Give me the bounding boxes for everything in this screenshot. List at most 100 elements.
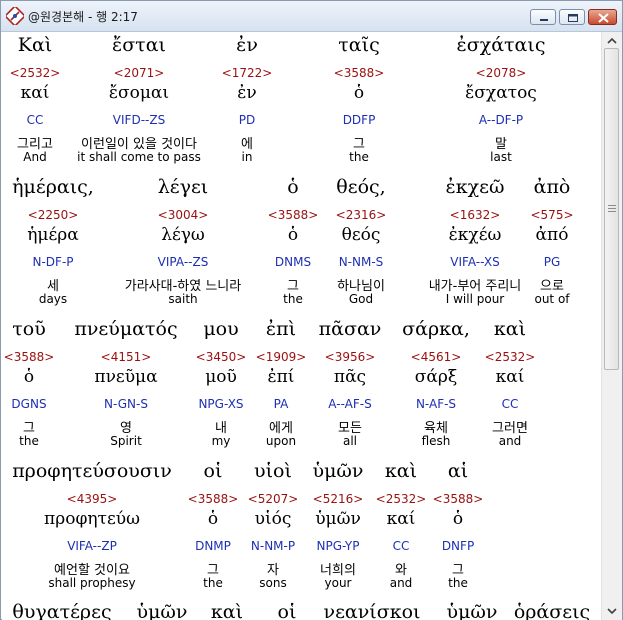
word-greek[interactable]: ὁ <box>287 176 298 198</box>
word-eng: my <box>211 434 231 448</box>
word-num[interactable]: <1722> <box>222 66 273 80</box>
word-eng: last <box>490 150 512 164</box>
word-num[interactable]: <4561> <box>411 350 462 364</box>
word-greek[interactable]: θεός, <box>336 176 385 198</box>
word-greek[interactable]: αἱ <box>448 460 468 482</box>
title-bar[interactable]: @원경본해 - 행 2:17 <box>1 1 622 32</box>
word-morph: PD <box>238 113 256 127</box>
scroll-grip <box>608 205 616 206</box>
maximize-button[interactable] <box>559 9 585 25</box>
word-greek[interactable]: ὑμῶν <box>447 601 498 620</box>
word-morph: N-NM-P <box>250 539 296 553</box>
minimize-button[interactable] <box>530 9 556 25</box>
word-num[interactable]: <1909> <box>256 350 307 364</box>
word-num[interactable]: <3588> <box>268 208 319 222</box>
word-num[interactable]: <5207> <box>248 492 299 506</box>
word-eng: I will pour <box>445 292 505 306</box>
word-morph: CC <box>26 113 44 127</box>
word-greek[interactable]: οἱ <box>204 460 223 482</box>
word-eng: out of <box>534 292 570 306</box>
word-greek[interactable]: πᾶσαν <box>319 318 382 340</box>
word-morph: PA <box>273 397 289 411</box>
word-greek[interactable]: νεανίσκοι <box>324 601 421 620</box>
word-num[interactable]: <1632> <box>450 208 501 222</box>
word-num[interactable]: <2532> <box>376 492 427 506</box>
word-greek[interactable]: καὶ <box>494 318 526 340</box>
word-morph: N-NM-S <box>338 255 384 269</box>
word-greek[interactable]: σάρκα, <box>402 318 470 340</box>
word-num[interactable]: <3450> <box>196 350 247 364</box>
word-lemma: προφητεύω <box>44 509 140 529</box>
word-morph: N-DF-P <box>32 255 74 269</box>
word-num[interactable]: <3588> <box>4 350 55 364</box>
word-greek[interactable]: θυγατέρες <box>12 601 111 620</box>
word-greek[interactable]: λέγει <box>158 176 209 198</box>
word-greek[interactable]: ἐν <box>236 34 258 56</box>
close-button[interactable] <box>588 9 617 25</box>
word-num[interactable]: <3588> <box>433 492 484 506</box>
word-greek[interactable]: Καὶ <box>18 34 52 56</box>
word-greek[interactable]: πνεύματός <box>74 318 177 340</box>
word-eng: upon <box>265 434 297 448</box>
word-morph: A--AF-S <box>328 397 372 411</box>
word-lemma: υἱός <box>254 509 292 529</box>
word-num[interactable]: <2071> <box>114 66 165 80</box>
word-num[interactable]: <4151> <box>101 350 152 364</box>
word-eng: And <box>23 150 47 164</box>
word-greek[interactable]: ἐκχεῶ <box>446 176 505 198</box>
word-lemma: καί <box>386 509 416 529</box>
word-num[interactable]: <2250> <box>28 208 79 222</box>
word-num[interactable]: <575> <box>530 208 573 222</box>
word-greek[interactable]: ἀπὸ <box>534 176 571 198</box>
word-num[interactable]: <2532> <box>485 350 536 364</box>
scroll-thumb[interactable] <box>604 48 619 370</box>
word-morph: VIFD--ZS <box>112 113 166 127</box>
word-eng: in <box>241 150 253 164</box>
word-morph: VIPA--ZS <box>157 255 209 269</box>
word-lemma: πᾶς <box>333 367 367 387</box>
app-logo-icon[interactable] <box>6 7 24 25</box>
word-morph: PG <box>543 255 561 269</box>
word-num[interactable]: <2532> <box>10 66 61 80</box>
word-num[interactable]: <4395> <box>67 492 118 506</box>
word-greek[interactable]: ὑμῶν <box>313 460 364 482</box>
word-greek[interactable]: τοῦ <box>12 318 46 340</box>
word-lemma: ὁ <box>353 83 365 103</box>
word-morph: DNMP <box>195 539 231 553</box>
word-eng: shall prophesy <box>48 576 136 590</box>
word-eng: the <box>203 576 223 590</box>
scroll-up-arrow-icon[interactable] <box>604 34 620 48</box>
word-greek[interactable]: υἱοὶ <box>254 460 292 482</box>
word-greek[interactable]: ἐπὶ <box>266 318 296 340</box>
window-title: @원경본해 - 행 2:17 <box>28 10 138 24</box>
interlinear-content[interactable]: Καὶ <2532> καί CC 그리고 And ἔσται <2071> ἔσομαι VIF… <box>2 32 601 620</box>
word-eng: your <box>324 576 352 590</box>
word-greek[interactable]: μου <box>203 318 238 340</box>
word-greek[interactable]: ἔσται <box>112 34 166 56</box>
scroll-down-arrow-icon[interactable] <box>604 604 620 618</box>
word-greek[interactable]: ὑμῶν <box>137 601 188 620</box>
word-num[interactable]: <3588> <box>334 66 385 80</box>
word-num[interactable]: <5216> <box>313 492 364 506</box>
word-eng: saith <box>168 292 198 306</box>
vertical-scrollbar[interactable] <box>601 32 622 620</box>
word-greek[interactable]: καὶ <box>385 460 417 482</box>
word-eng: God <box>348 292 374 306</box>
word-morph: CC <box>501 397 519 411</box>
word-lemma: ἀπό <box>535 225 569 245</box>
word-eng: the <box>283 292 303 306</box>
word-num[interactable]: <3588> <box>188 492 239 506</box>
word-num[interactable]: <3004> <box>158 208 209 222</box>
word-greek[interactable]: ἐσχάταις <box>457 34 546 56</box>
word-eng: the <box>448 576 468 590</box>
word-greek[interactable]: οἱ <box>278 601 297 620</box>
word-lemma: σάρξ <box>414 367 458 387</box>
word-num[interactable]: <2316> <box>336 208 387 222</box>
word-greek[interactable]: ὁράσεις <box>514 601 590 620</box>
word-greek[interactable]: προφητεύσουσιν <box>12 460 172 482</box>
word-num[interactable]: <3956> <box>325 350 376 364</box>
word-greek[interactable]: ἡμέραις, <box>12 176 94 198</box>
word-greek[interactable]: ταῖς <box>338 34 379 56</box>
word-greek[interactable]: καὶ <box>211 601 243 620</box>
word-num[interactable]: <2078> <box>476 66 527 80</box>
